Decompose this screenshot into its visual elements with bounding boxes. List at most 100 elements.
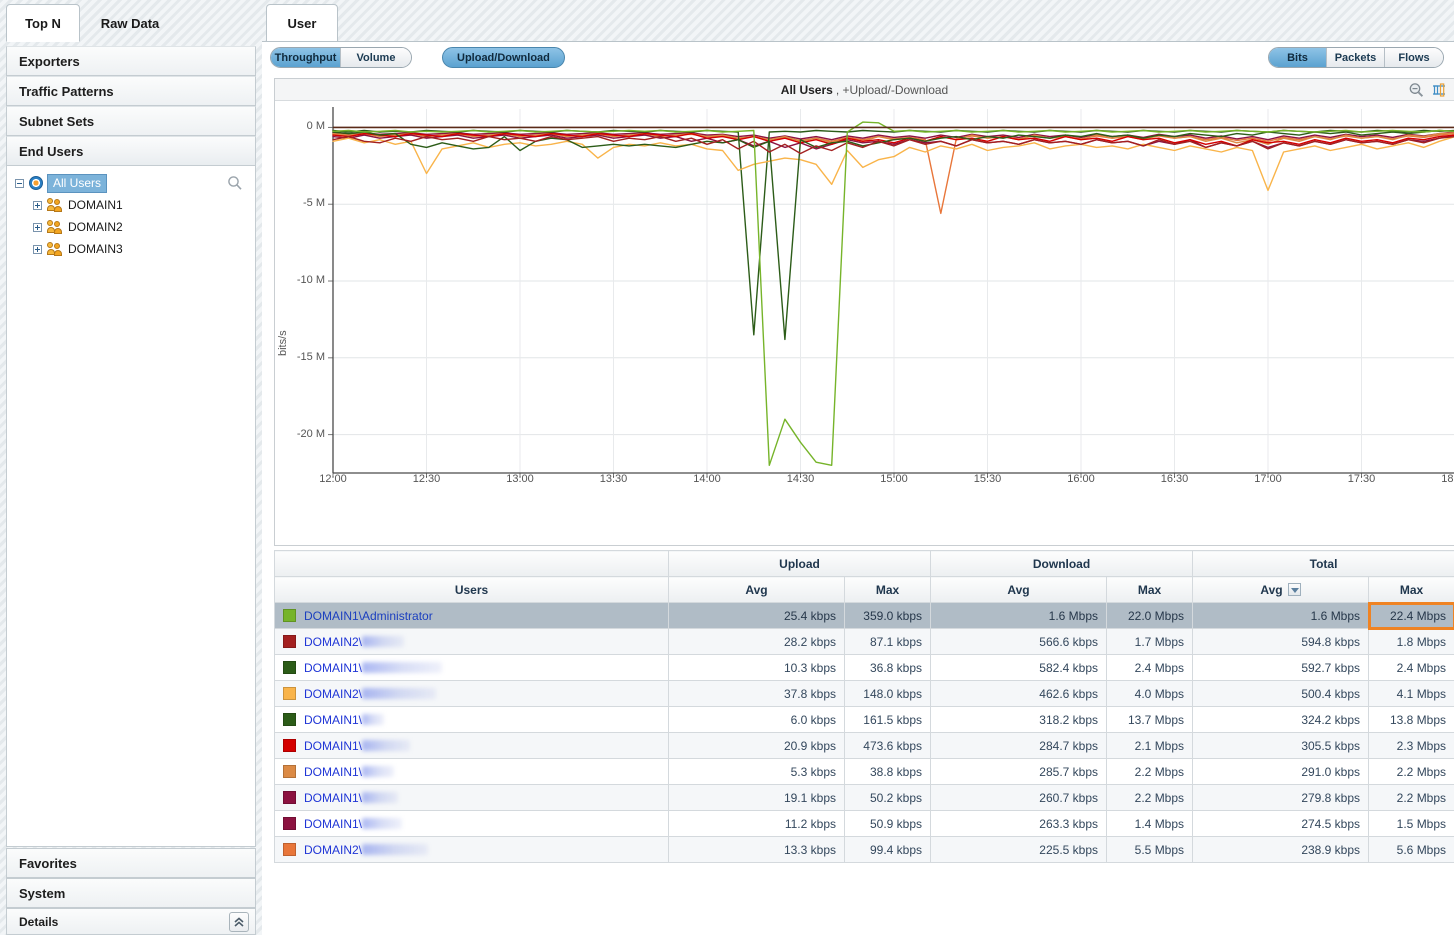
table-cell-user[interactable]: DOMAIN1\Administrator [274,602,669,629]
sidebar-section-exporters[interactable]: Exporters [6,46,256,76]
tree-expand-icon[interactable] [33,222,42,232]
tab-raw-data-label: Raw Data [100,15,160,31]
unit-toggle[interactable]: Bits Packets Flows [1268,47,1444,68]
table-cell-user[interactable]: DOMAIN2\ [274,680,669,707]
table-cell-user[interactable]: DOMAIN1\ [274,784,669,811]
column-header-upload-avg[interactable]: Avg [668,576,845,603]
column-header-download-avg[interactable]: Avg [930,576,1108,603]
table-cell-user[interactable]: DOMAIN1\ [274,706,669,733]
column-header-total-avg[interactable]: Avg [1192,576,1370,603]
redacted-username [362,635,405,647]
user-link[interactable]: DOMAIN1\ [304,791,362,805]
table-cell-upload-max: 161.5 kbps [843,706,932,733]
redacted-username [362,661,443,673]
sidebar-section-favorites-label: Favorites [19,855,77,871]
table-cell-user[interactable]: DOMAIN1\ [274,758,669,785]
tab-user[interactable]: User [266,4,338,42]
y-axis-tick: 0 M [306,120,325,133]
tree-node-domain2[interactable]: DOMAIN2 [7,216,255,238]
sort-desc-icon[interactable] [1287,582,1301,596]
chart-settings-icon[interactable] [1431,82,1448,98]
sidebar-section-end-users-label: End Users [19,143,84,159]
segment-flows-label: Flows [1398,51,1430,64]
user-link[interactable]: DOMAIN1\ [304,765,362,779]
segment-volume[interactable]: Volume [341,48,411,67]
data-table: Upload Download Total Users Avg Max Avg … [274,550,1454,863]
column-header-total-max[interactable]: Max [1368,576,1454,603]
table-row[interactable]: DOMAIN2\ 37.8 kbps 148.0 kbps 462.6 kbps 4.0… [274,680,1454,707]
segment-throughput[interactable]: Throughput [271,48,341,67]
series-color-swatch [283,790,296,804]
user-link[interactable]: DOMAIN1\ [304,739,362,753]
chevron-up-double-icon[interactable] [229,912,249,932]
table-cell-download-max: 4.0 Mbps [1106,680,1194,707]
plot-area: bits/s 0 M -5 M -10 M -15 M -20 M 12:00 12:30 1… [275,101,1454,547]
table-row[interactable]: DOMAIN1\ 20.9 kbps 473.6 kbps 284.7 kbps 2.1… [274,732,1454,759]
segment-packets[interactable]: Packets [1327,48,1385,67]
table-row[interactable]: DOMAIN2\ 28.2 kbps 87.1 kbps 566.6 kbps 1.7 … [274,628,1454,655]
tree-expand-icon[interactable] [33,200,42,210]
user-link[interactable]: DOMAIN1\ [304,661,362,675]
table-row[interactable]: DOMAIN1\ 6.0 kbps 161.5 kbps 318.2 kbps 13.7… [274,706,1454,733]
sidebar-section-traffic-patterns[interactable]: Traffic Patterns [6,76,256,106]
table-cell-download-max: 13.7 Mbps [1106,706,1194,733]
segment-bits[interactable]: Bits [1269,48,1327,67]
tree-collapse-icon[interactable] [15,178,24,188]
table-row[interactable]: DOMAIN1\ 5.3 kbps 38.8 kbps 285.7 kbps 2.2 M… [274,758,1454,785]
sidebar-section-subnet-sets[interactable]: Subnet Sets [6,106,256,136]
search-icon[interactable] [227,175,243,191]
table-cell-upload-max: 50.2 kbps [843,784,932,811]
zoom-out-icon[interactable] [1408,82,1425,98]
user-link[interactable]: DOMAIN2\ [304,635,362,649]
table-cell-user[interactable]: DOMAIN1\ [274,654,669,681]
column-header-download-max[interactable]: Max [1106,576,1194,603]
sidebar-section-favorites[interactable]: Favorites [6,848,256,878]
group-icon [47,220,63,234]
column-header-upload-max[interactable]: Max [843,576,932,603]
table-cell-upload-avg: 6.0 kbps [668,706,845,733]
table-cell-download-max: 1.4 Mbps [1106,810,1194,837]
table-cell-total-avg: 1.6 Mbps [1192,602,1370,629]
user-link[interactable]: DOMAIN2\ [304,687,362,701]
user-link[interactable]: DOMAIN1\ [304,817,362,831]
sidebar-section-end-users[interactable]: End Users [6,136,256,166]
tree-expand-icon[interactable] [33,244,42,254]
series-color-swatch [283,712,296,726]
user-link[interactable]: DOMAIN1\Administrator [304,609,433,623]
sidebar-section-details[interactable]: Details [6,908,256,935]
tree-node-domain3[interactable]: DOMAIN3 [7,238,255,260]
upload-download-button[interactable]: Upload/Download [442,47,565,68]
table-cell-user[interactable]: DOMAIN1\ [274,732,669,759]
table-row[interactable]: DOMAIN2\ 13.3 kbps 99.4 kbps 225.5 kbps 5.5 … [274,836,1454,863]
series-color-swatch [283,686,296,700]
table-row[interactable]: DOMAIN1\ 10.3 kbps 36.8 kbps 582.4 kbps 2.4 … [274,654,1454,681]
column-header-users[interactable]: Users [274,576,669,603]
table-row[interactable]: DOMAIN1\ 19.1 kbps 50.2 kbps 260.7 kbps 2.2 … [274,784,1454,811]
tab-raw-data[interactable]: Raw Data [82,4,178,42]
table-row[interactable]: DOMAIN1\Administrator 25.4 kbps 359.0 kbps… [274,601,1454,630]
column-header-total-avg-label: Avg [1260,582,1283,597]
user-link[interactable]: DOMAIN2\ [304,843,362,857]
tree-node-all-users[interactable]: All Users [7,172,255,194]
segment-packets-label: Packets [1334,51,1377,64]
table-cell-upload-avg: 19.1 kbps [668,784,845,811]
table-cell-total-max: 1.8 Mbps [1368,628,1454,655]
metric-mode-toggle[interactable]: Throughput Volume [270,47,412,68]
table-cell-user[interactable]: DOMAIN1\ [274,810,669,837]
user-link[interactable]: DOMAIN1\ [304,713,362,727]
table-row[interactable]: DOMAIN1\ 11.2 kbps 50.9 kbps 263.3 kbps 1.4 … [274,810,1454,837]
y-axis-tick: -10 M [296,274,325,287]
table-cell-user[interactable]: DOMAIN2\ [274,836,669,863]
sidebar-section-system[interactable]: System [6,878,256,908]
segment-flows[interactable]: Flows [1385,48,1443,67]
table-cell-user[interactable]: DOMAIN2\ [274,628,669,655]
table-cell-download-avg: 285.7 kbps [930,758,1108,785]
x-axis-tick: 17:30 [1347,473,1376,485]
group-header-blank [274,550,669,577]
chart-toolbar: Throughput Volume Upload/Download Bits P… [262,42,1454,74]
tab-top-n[interactable]: Top N [6,4,80,42]
tree-node-domain1[interactable]: DOMAIN1 [7,194,255,216]
x-axis-tick: 13:00 [506,473,534,485]
tree-node-all-users-label: All Users [47,173,108,193]
x-axis-tick: 12:30 [412,473,441,485]
